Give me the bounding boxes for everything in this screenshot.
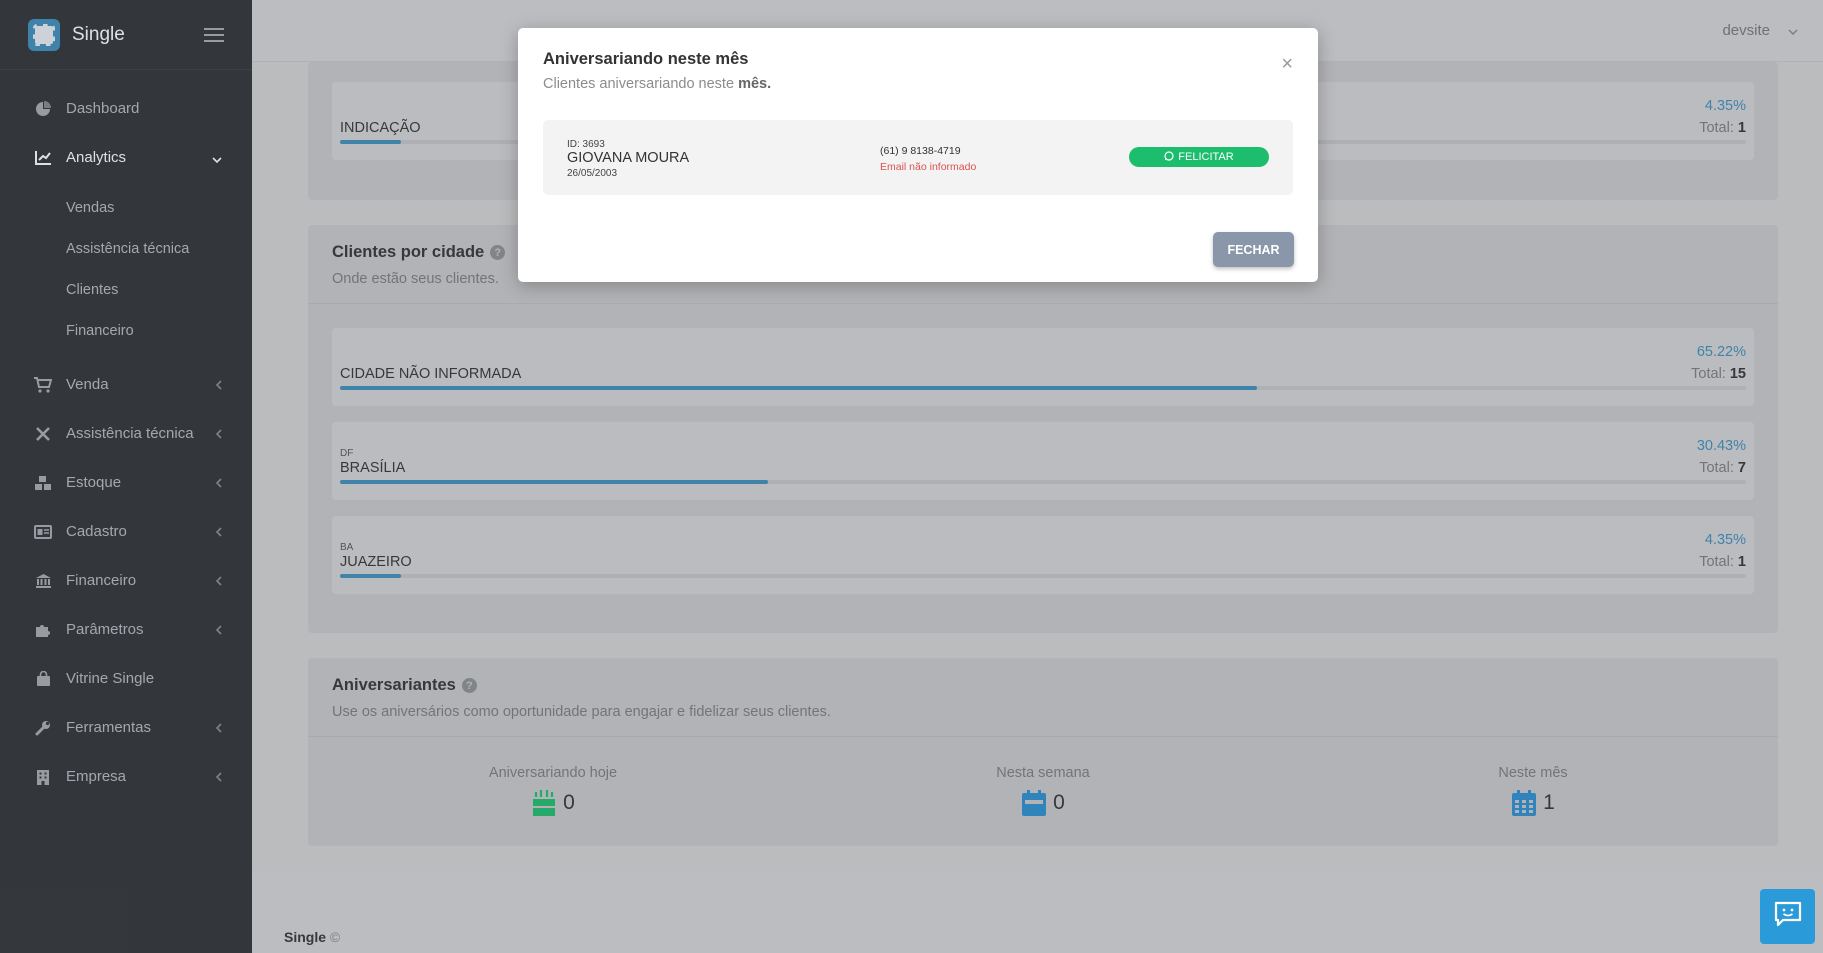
modal-title: Aniversariando neste mês	[543, 50, 749, 68]
modal-subtitle: Clientes aniversariando neste mês.	[543, 76, 772, 92]
client-email-status: Email não informado	[880, 161, 977, 173]
chat-button[interactable]	[1760, 889, 1815, 944]
felicitar-button[interactable]: FELICITAR	[1129, 147, 1269, 167]
close-icon[interactable]: ×	[1281, 54, 1293, 74]
birthday-client-item: ID: 3693 GIOVANA MOURA 26/05/2003 (61) 9…	[543, 120, 1293, 195]
client-name: GIOVANA MOURA	[567, 150, 690, 166]
birthday-modal: Aniversariando neste mês Clientes aniver…	[518, 28, 1318, 282]
client-birthdate: 26/05/2003	[567, 168, 618, 179]
client-id: ID: 3693	[567, 139, 605, 150]
fechar-button[interactable]: FECHAR	[1213, 232, 1294, 267]
client-phone: (61) 9 8138-4719	[880, 145, 961, 157]
chat-icon	[1774, 901, 1802, 932]
whatsapp-icon	[1164, 150, 1174, 164]
